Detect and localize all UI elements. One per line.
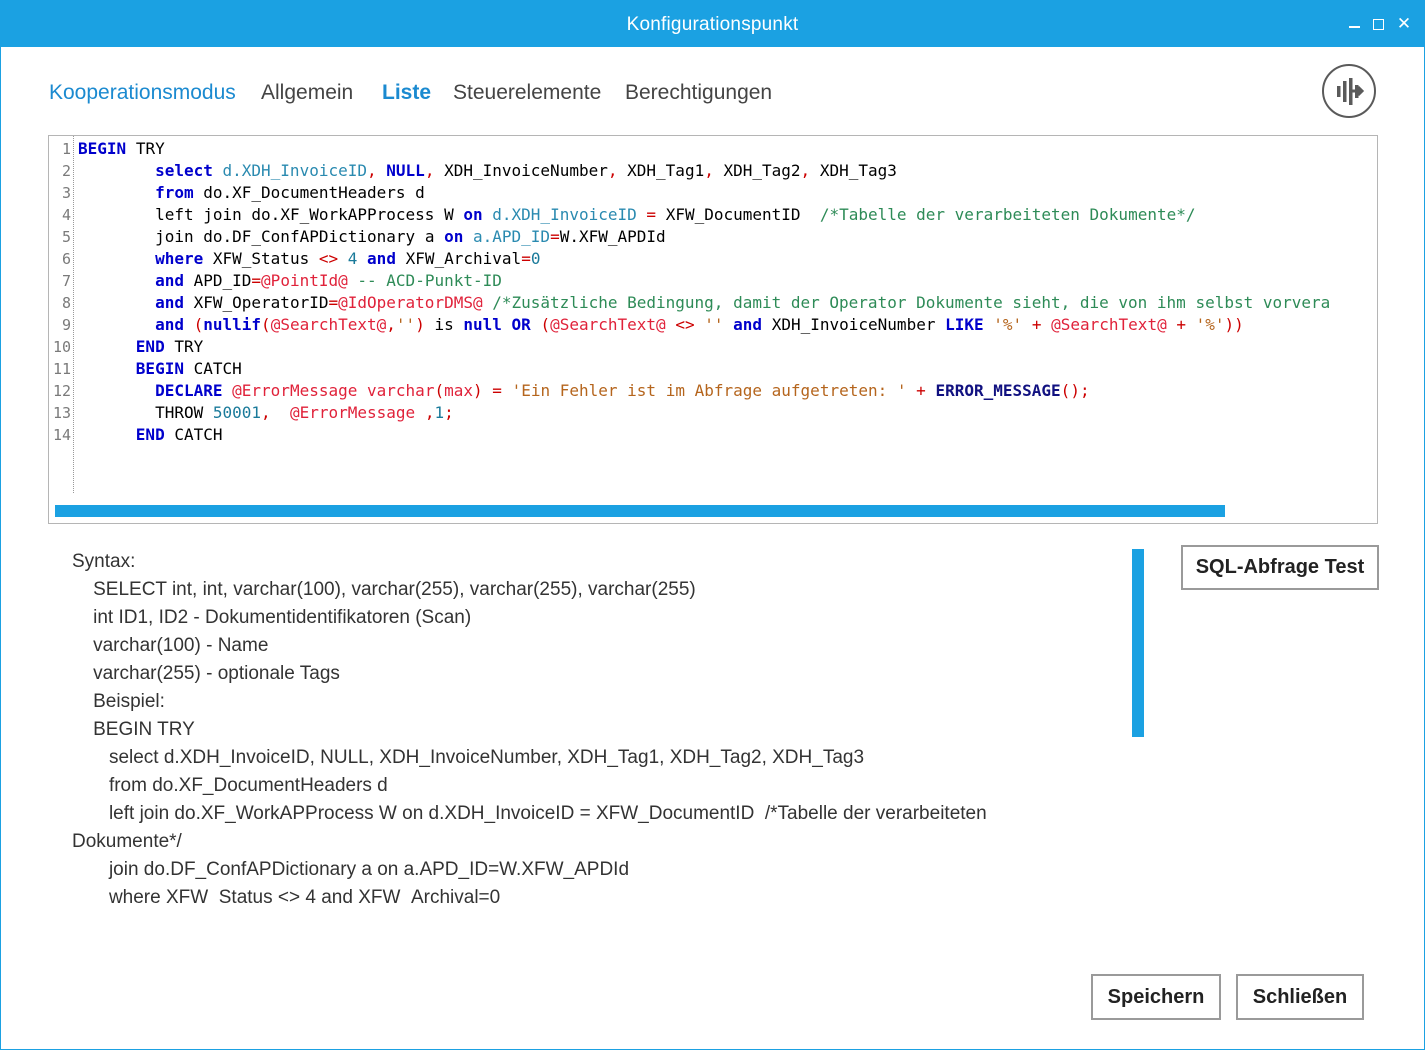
syntax-line: from do.XF_DocumentHeaders d [72, 775, 388, 796]
line-number: 5 [61, 228, 71, 246]
maximize-icon[interactable] [1370, 15, 1388, 33]
syntax-line: Beispiel: [72, 691, 165, 712]
syntax-line: SELECT int, int, varchar(100), varchar(2… [72, 579, 696, 600]
logo-icon[interactable] [1322, 64, 1376, 118]
code-text: join do.DF_ConfAPDictionary a on a.APD_I… [155, 227, 666, 246]
vertical-scrollbar[interactable] [1132, 549, 1144, 737]
tab-steuerelemente[interactable]: Steuerelemente [453, 81, 601, 105]
line-number: 2 [61, 162, 71, 180]
code-text: BEGIN TRY [78, 139, 165, 158]
syntax-line: varchar(100) - Name [72, 635, 269, 656]
code-text: THROW 50001, @ErrorMessage ,1; [155, 403, 454, 422]
tab-allgemein[interactable]: Allgemein [261, 81, 353, 105]
save-button[interactable]: Speichern [1091, 974, 1221, 1020]
syntax-line: Syntax: [72, 551, 136, 572]
line-number: 4 [61, 206, 71, 224]
dialog-window: Konfigurationspunkt ✕ Kooperationsmodus … [0, 0, 1425, 1050]
syntax-line: varchar(255) - optionale Tags [72, 663, 340, 684]
line-number: 13 [52, 404, 71, 422]
line-number: 6 [61, 250, 71, 268]
line-number: 3 [61, 184, 71, 202]
tab-kooperationsmodus[interactable]: Kooperationsmodus [49, 81, 236, 105]
syntax-line: int ID1, ID2 - Dokumentidentifikatoren (… [72, 607, 472, 628]
code-text: and APD_ID=@PointId@ -- ACD-Punkt-ID [155, 271, 502, 290]
title-bar[interactable]: Konfigurationspunkt ✕ [1, 1, 1424, 47]
syntax-line: select d.XDH_InvoiceID, NULL, XDH_Invoic… [72, 747, 865, 768]
code-text: BEGIN CATCH [135, 359, 242, 378]
horizontal-scrollbar[interactable] [55, 505, 1225, 517]
code-text: where XFW_Status <> 4 and XFW_Archival=0 [155, 249, 541, 268]
code-text: left join do.XF_WorkAPProcess W on d.XDH… [155, 205, 1196, 224]
close-button[interactable]: Schließen [1236, 974, 1364, 1020]
tab-berechtigungen[interactable]: Berechtigungen [625, 81, 772, 105]
syntax-line: where XFW_Status <> 4 and XFW_Archival=0 [72, 887, 501, 903]
line-number: 14 [52, 426, 71, 444]
line-number: 7 [61, 272, 71, 290]
line-number: 9 [61, 316, 71, 334]
code-text: select d.XDH_InvoiceID, NULL, XDH_Invoic… [155, 161, 897, 180]
line-number: 10 [52, 338, 71, 356]
code-text: END TRY [135, 337, 204, 356]
line-number: 1 [61, 140, 71, 158]
tab-liste[interactable]: Liste [382, 81, 431, 105]
code-text: and XFW_OperatorID=@IdOperatorDMS@ /*Zus… [155, 293, 1331, 312]
close-icon[interactable]: ✕ [1395, 15, 1413, 33]
syntax-line: Dokumente*/ [72, 831, 182, 852]
line-number: 8 [61, 294, 71, 312]
line-number: 12 [52, 382, 71, 400]
minimize-icon[interactable] [1346, 15, 1364, 33]
sql-code-editor[interactable]: 1 BEGIN TRY 2 select d.XDH_InvoiceID, NULL… [48, 135, 1378, 524]
line-number: 11 [52, 360, 71, 378]
code-text: DECLARE @ErrorMessage varchar(max) = 'Ei… [155, 381, 1090, 400]
syntax-help-text: Syntax: SELECT int, int, varchar(100), v… [72, 548, 1112, 903]
code-text: and (nullif(@SearchText@,'') is null OR … [155, 315, 1244, 334]
sql-test-button[interactable]: SQL-Abfrage Test [1181, 545, 1379, 590]
syntax-line: left join do.XF_WorkAPProcess W on d.XDH… [72, 803, 987, 824]
syntax-line: BEGIN TRY [72, 719, 195, 740]
syntax-line: join do.DF_ConfAPDictionary a on a.APD_I… [72, 859, 630, 880]
code-text: END CATCH [135, 425, 223, 444]
code-text: from do.XF_DocumentHeaders d [155, 183, 425, 202]
window-title: Konfigurationspunkt [626, 14, 799, 35]
